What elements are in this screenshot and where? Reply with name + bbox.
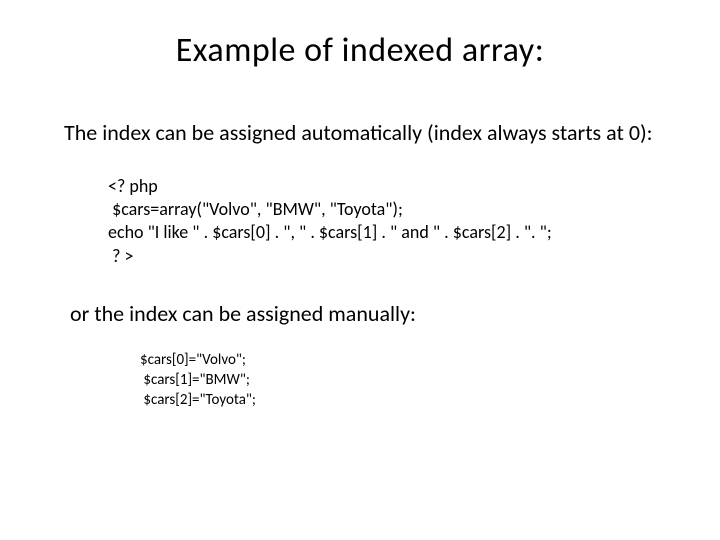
intro-paragraph: The index can be assigned automatically …: [60, 119, 660, 147]
manual-index-paragraph: or the index can be assigned manually:: [60, 300, 660, 328]
php-code-block-manual-index: $cars[0]="Volvo"; $cars[1]="BMW"; $cars[…: [60, 350, 660, 411]
php-code-block-auto-index: <? php $cars=array("Volvo", "BMW", "Toyo…: [60, 175, 660, 269]
slide-title: Example of indexed array:: [60, 30, 660, 71]
